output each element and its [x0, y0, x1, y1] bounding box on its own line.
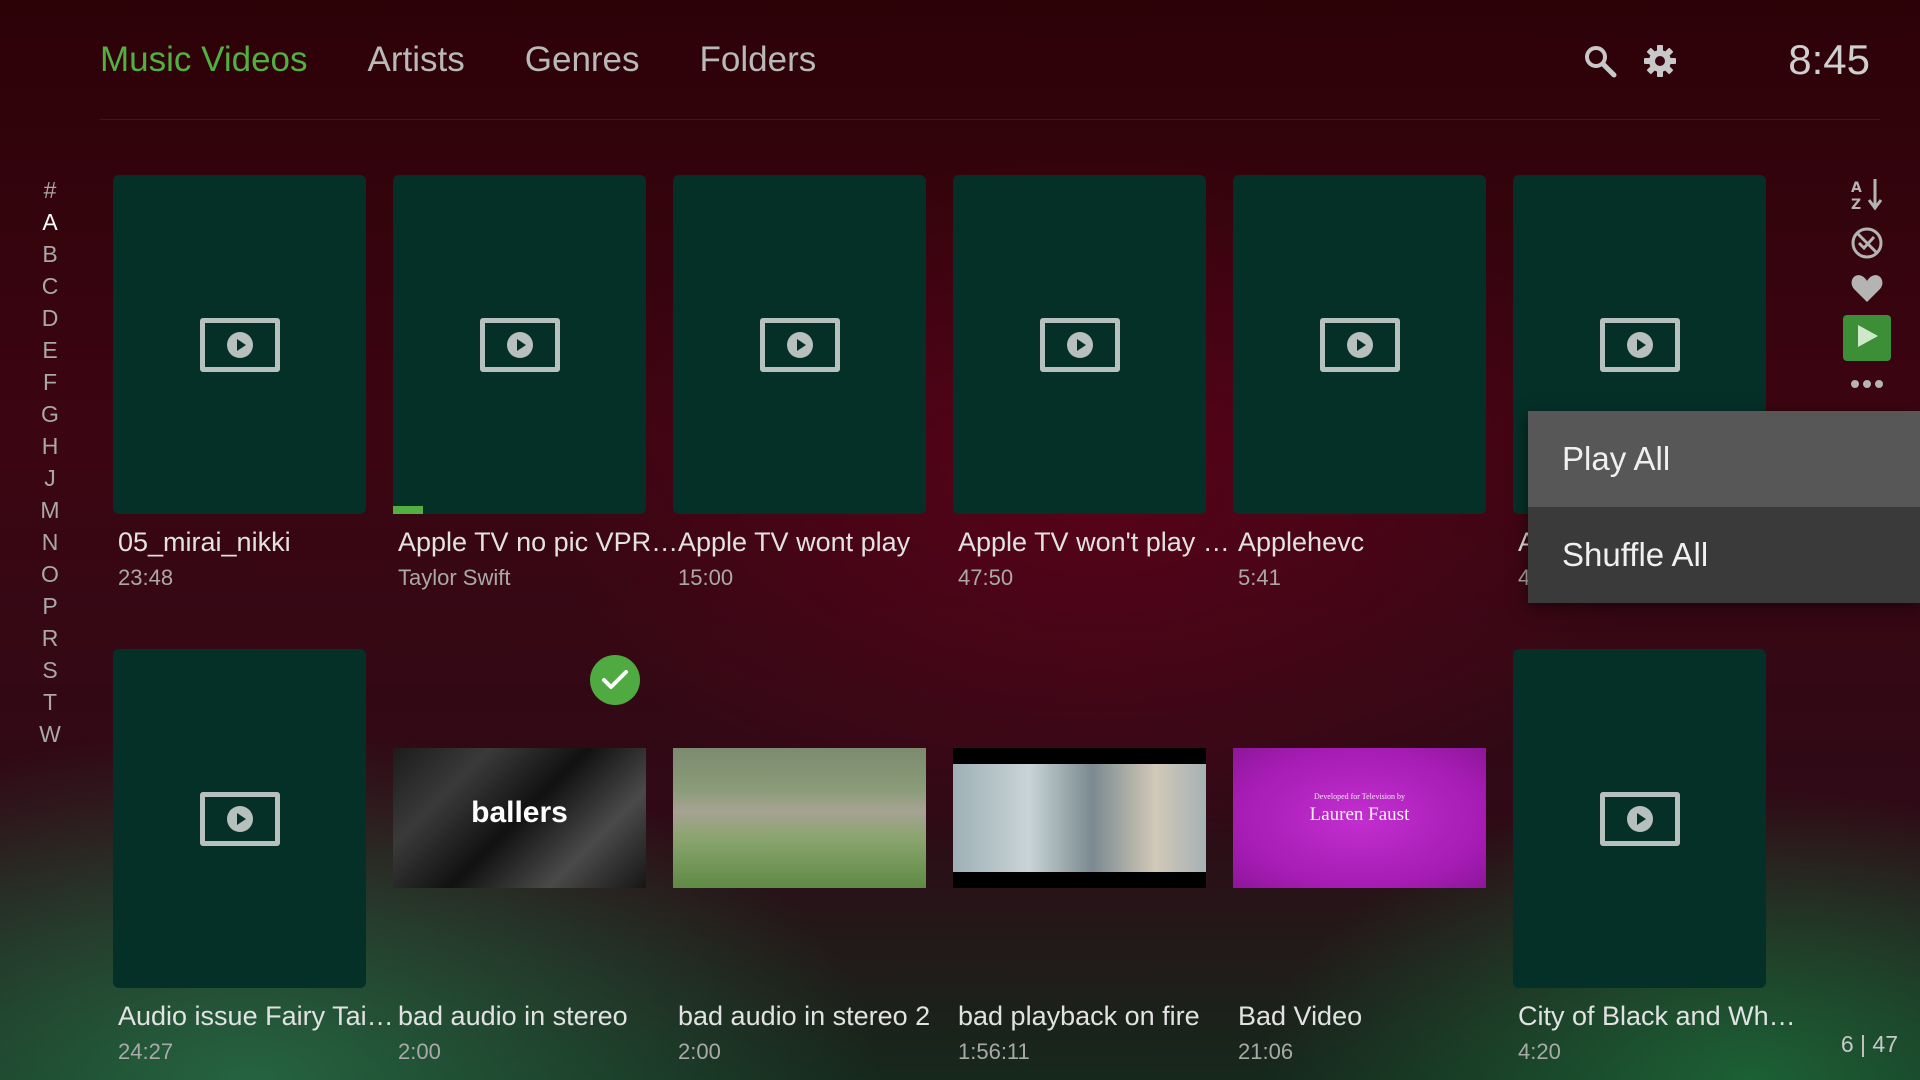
header-divider [100, 119, 1880, 120]
watched-check-icon [590, 655, 640, 705]
video-duration: 23:48 [118, 565, 174, 590]
alpha-letter[interactable]: N [38, 526, 62, 558]
svg-text:Z: Z [1851, 197, 1861, 212]
video-placeholder [953, 175, 1206, 514]
video-duration: 2:00 [678, 1039, 721, 1064]
header-actions [1583, 44, 1677, 78]
video-thumbnail: ballers [393, 748, 646, 888]
alpha-letter[interactable]: P [38, 590, 62, 622]
video-duration: 47:50 [958, 565, 1014, 590]
play-icon [1853, 322, 1881, 355]
video-placeholder [673, 175, 926, 514]
alphabet-jump-list: # A B C D E F G H J M N O P R S T W [38, 174, 62, 750]
resume-progress-bar [393, 506, 423, 514]
alpha-letter[interactable]: J [38, 462, 62, 494]
alpha-letter[interactable]: F [38, 366, 62, 398]
clock: 8:45 [1788, 36, 1870, 83]
video-duration: 2:00 [398, 1039, 441, 1064]
alpha-letter-current[interactable]: A [38, 206, 62, 238]
video-title: Apple TV won't play … [958, 527, 1230, 557]
video-duration: 1:56:11 [958, 1039, 1030, 1064]
video-placeholder [393, 175, 646, 514]
gear-icon[interactable] [1643, 44, 1677, 78]
video-title: 05_mirai_nikki [118, 527, 291, 557]
alpha-letter[interactable]: S [38, 654, 62, 686]
video-placeholder-icon [479, 317, 560, 372]
alpha-letter[interactable]: W [38, 718, 62, 750]
video-thumbnail: Developed for Television by Lauren Faust [1233, 748, 1486, 888]
alpha-letter[interactable]: G [38, 398, 62, 430]
thumbnail-credit-small: Developed for Television by [1313, 792, 1406, 801]
video-thumbnail [673, 748, 926, 888]
alpha-letter[interactable]: # [38, 174, 62, 206]
video-placeholder [113, 175, 366, 514]
page-count: 6 | 47 [1840, 1031, 1898, 1057]
video-title: Apple TV wont play [678, 527, 911, 557]
thumbnail-credit-name: Lauren Faust [1309, 804, 1410, 825]
video-title: Bad Video [1238, 1001, 1363, 1031]
video-title: bad audio in stereo 2 [678, 1001, 931, 1031]
play-button[interactable] [1843, 315, 1891, 361]
video-title: Audio issue Fairy Tai… [118, 1001, 394, 1031]
video-duration: 5:41 [1238, 565, 1281, 590]
alpha-letter[interactable]: H [38, 430, 62, 462]
video-duration: 24:27 [118, 1039, 174, 1064]
menu-item-shuffle-all[interactable]: Shuffle All [1528, 507, 1920, 603]
unwatched-filter-icon[interactable] [1843, 225, 1891, 261]
video-thumbnail [953, 748, 1206, 888]
video-placeholder [1233, 175, 1486, 514]
video-placeholder-icon [1039, 317, 1120, 372]
video-duration: 21:06 [1238, 1039, 1294, 1064]
video-duration: 15:00 [678, 565, 734, 590]
video-title: bad audio in stereo [398, 1001, 628, 1031]
top-nav: Music Videos Artists Genres Folders [100, 40, 816, 80]
tab-folders[interactable]: Folders [700, 40, 817, 80]
alpha-letter[interactable]: B [38, 238, 62, 270]
search-icon[interactable] [1583, 44, 1617, 78]
favorite-heart-icon[interactable] [1843, 272, 1891, 304]
video-artist: Taylor Swift [398, 565, 511, 590]
alpha-letter[interactable]: R [38, 622, 62, 654]
tab-artists[interactable]: Artists [368, 40, 465, 80]
video-placeholder-icon [199, 317, 280, 372]
more-icon[interactable] [1843, 378, 1891, 390]
tab-genres[interactable]: Genres [525, 40, 640, 80]
video-title: bad playback on fire [958, 1001, 1200, 1031]
alpha-letter[interactable]: T [38, 686, 62, 718]
video-placeholder-icon [1319, 317, 1400, 372]
tab-music-videos[interactable]: Music Videos [100, 40, 308, 80]
video-placeholder-icon [1599, 791, 1680, 846]
video-title: Applehevc [1238, 527, 1365, 557]
video-duration: 4:20 [1518, 1039, 1561, 1064]
video-placeholder-icon [1599, 317, 1680, 372]
alpha-letter[interactable]: E [38, 334, 62, 366]
video-placeholder [1513, 649, 1766, 988]
alpha-letter[interactable]: C [38, 270, 62, 302]
video-title: City of Black and Wh… [1518, 1001, 1796, 1031]
alpha-letter[interactable]: M [38, 494, 62, 526]
alpha-letter[interactable]: D [38, 302, 62, 334]
video-placeholder-icon [199, 791, 280, 846]
alpha-letter[interactable]: O [38, 558, 62, 590]
video-placeholder-icon [759, 317, 840, 372]
svg-text:A: A [1851, 180, 1862, 196]
context-menu: Play All Shuffle All [1528, 411, 1920, 603]
video-title: Apple TV no pic VPR… [398, 527, 679, 557]
menu-item-play-all[interactable]: Play All [1528, 411, 1920, 507]
sort-az-icon[interactable]: A Z [1843, 176, 1891, 212]
thumbnail-logo-text: ballers [471, 796, 568, 829]
video-placeholder [113, 649, 366, 988]
